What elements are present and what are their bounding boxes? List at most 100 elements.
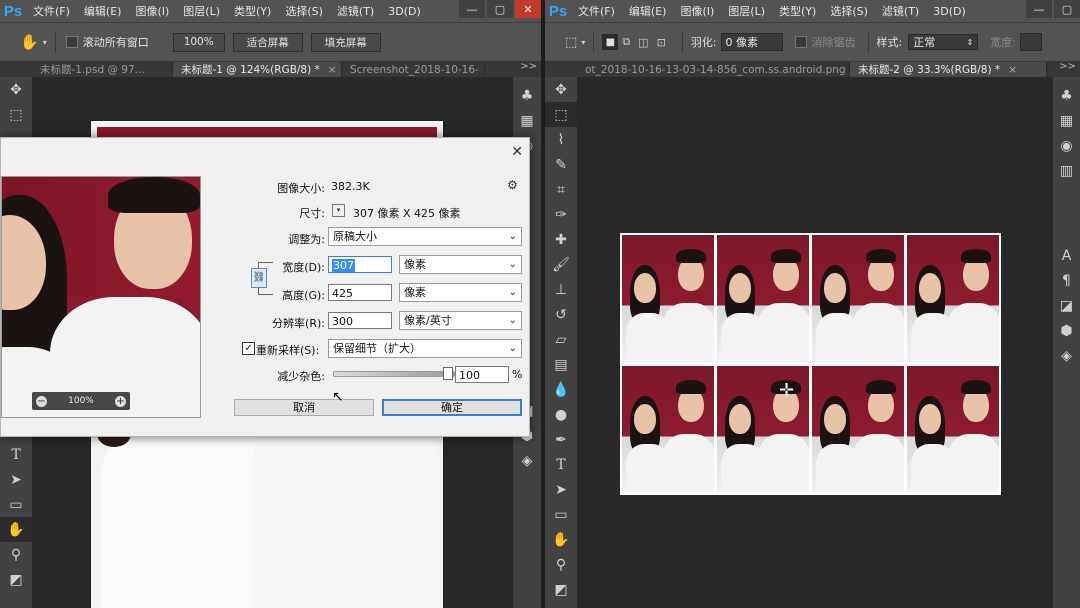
menu-image[interactable]: 图像(I) [135,3,169,19]
height-input[interactable]: 425 [328,284,392,301]
gradient-tool-icon[interactable]: ▤ [545,352,577,377]
menu-3d[interactable]: 3D(D) [933,5,966,18]
move-tool-icon[interactable]: ✥ [0,77,32,102]
height-unit-select[interactable]: 像素 ⌄ [399,283,522,302]
menu-select[interactable]: 选择(S) [285,3,323,19]
dock-panel-icon[interactable]: ⬢ [1053,318,1080,343]
close-tab-icon[interactable]: × [1008,64,1017,76]
feather-input[interactable]: 0 像素 [720,33,783,51]
zoom-100-button[interactable]: 100% [172,32,225,52]
dock-panel-icon[interactable]: ◪ [1053,293,1080,318]
tab-untitled-1-active[interactable]: 未标题-1 @ 124%(RGB/8) * × [173,62,342,77]
more-tabs-icon[interactable]: >> [1059,61,1076,72]
lasso-tool-icon[interactable]: ⌇ [545,127,577,152]
eyedropper-tool-icon[interactable]: ✑ [545,202,577,227]
dock-panel-icon[interactable]: ▦ [1053,108,1080,133]
more-tabs-icon[interactable]: >> [520,61,537,72]
quick-selection-tool-icon[interactable]: ✎ [545,152,577,177]
color-swatches-icon[interactable]: ◩ [545,577,577,602]
path-selection-tool-icon[interactable]: ➤ [0,467,32,492]
menu-layer[interactable]: 图层(L) [728,3,765,19]
dock-panel-icon[interactable]: ▥ [1053,158,1080,183]
fit-screen-button[interactable]: 适合屏幕 [232,32,303,52]
tool-preset-chevron-icon[interactable]: ▾ [581,38,585,47]
fit-to-select[interactable]: 原稿大小 ⌄ [328,227,522,246]
menu-image[interactable]: 图像(I) [680,3,714,19]
brush-tool-icon[interactable]: 🖌 [545,252,577,277]
zoom-out-icon[interactable]: − [36,395,47,407]
type-tool-icon[interactable]: T [545,452,577,477]
hand-tool-icon[interactable]: ✋ [0,517,32,542]
close-tab-icon[interactable]: × [328,64,337,76]
constrain-proportions-link-icon[interactable]: ⛓ [251,268,267,288]
resolution-unit-select[interactable]: 像素/英寸 ⌄ [399,311,522,330]
crop-tool-icon[interactable]: ⌗ [545,177,577,202]
tab-screenshot-png[interactable]: ot_2018-10-16-13-03-14-856_com.ss.androi… [577,62,850,77]
add-selection-icon[interactable]: ⧉ [622,35,630,49]
healing-brush-tool-icon[interactable]: ✚ [545,227,577,252]
menu-edit[interactable]: 编辑(E) [84,3,122,19]
dock-panel-icon[interactable]: ¶ [1053,268,1080,293]
resolution-input[interactable]: 300 [328,312,392,329]
tool-preset-chevron-icon[interactable]: ▾ [43,38,47,47]
dock-panel-icon[interactable]: A [1053,243,1080,268]
zoom-tool-icon[interactable]: ⚲ [545,552,577,577]
dialog-close-button[interactable]: ✕ [511,144,523,160]
menu-type[interactable]: 类型(Y) [779,3,816,19]
marquee-tool-icon[interactable]: ⬚ [565,35,577,50]
resample-checkbox[interactable]: ✓ [242,342,255,355]
type-tool-icon[interactable]: T [0,442,32,467]
menu-type[interactable]: 类型(Y) [234,3,271,19]
menu-edit[interactable]: 编辑(E) [629,3,667,19]
minimize-button[interactable]: — [459,0,485,18]
hand-tool-icon[interactable]: ✋ [545,527,577,552]
maximize-button[interactable]: ▢ [487,0,513,18]
scroll-all-windows-checkbox[interactable] [65,36,78,48]
path-selection-tool-icon[interactable]: ➤ [545,477,577,502]
dock-panel-icon[interactable]: ◉ [1053,133,1080,158]
dock-panel-icon[interactable]: ♣ [1053,83,1080,108]
style-select[interactable]: 正常 ⇕ [908,34,979,50]
dock-panel-icon[interactable]: ▦ [513,108,541,133]
marquee-tool-icon[interactable]: ⬚ [0,102,32,127]
blur-tool-icon[interactable]: 💧 [545,377,577,402]
intersect-selection-icon[interactable]: ⊡ [657,36,666,49]
color-swatches-icon[interactable]: ◩ [0,567,32,592]
close-window-button[interactable]: ✕ [515,0,541,18]
menu-select[interactable]: 选择(S) [830,3,868,19]
zoom-tool-icon[interactable]: ⚲ [0,542,32,567]
reduce-noise-slider-thumb[interactable] [443,367,453,380]
subtract-selection-icon[interactable]: ◫ [638,36,648,49]
reduce-noise-slider-track[interactable] [333,371,455,377]
menu-3d[interactable]: 3D(D) [388,5,421,18]
dialog-preview[interactable]: − 100% + [1,176,201,418]
dodge-tool-icon[interactable]: ● [545,402,577,427]
marquee-tool-icon[interactable]: ⬚ [545,102,577,127]
menu-filter[interactable]: 滤镜(T) [882,3,919,19]
tab-untitled-1-psd[interactable]: 未标题-1.psd @ 97... [32,62,173,77]
cancel-button[interactable]: 取消 [234,399,374,416]
minimize-button[interactable]: — [1026,0,1052,18]
menu-layer[interactable]: 图层(L) [183,3,220,19]
eraser-tool-icon[interactable]: ▱ [545,327,577,352]
clone-stamp-tool-icon[interactable]: ⊥ [545,277,577,302]
new-selection-icon[interactable]: ■ [602,34,619,50]
antialias-checkbox[interactable] [794,36,807,48]
reduce-noise-input[interactable]: 100 [455,366,509,383]
tab-screenshot[interactable]: Screenshot_2018-10-16- [342,62,485,77]
move-tool-icon[interactable]: ✥ [545,77,577,102]
history-brush-tool-icon[interactable]: ↺ [545,302,577,327]
ok-button[interactable]: 确定 [382,399,522,416]
fill-screen-button[interactable]: 填充屏幕 [310,32,381,52]
rectangle-tool-icon[interactable]: ▭ [0,492,32,517]
menu-file[interactable]: 文件(F) [33,3,70,19]
resample-select[interactable]: 保留细节（扩大） ⌄ [328,339,522,358]
photo-grid-canvas[interactable] [620,233,1001,495]
menu-filter[interactable]: 滤镜(T) [337,3,374,19]
rectangle-tool-icon[interactable]: ▭ [545,502,577,527]
tab-untitled-2-active[interactable]: 未标题-2 @ 33.3%(RGB/8) * × [850,62,1047,77]
settings-gear-icon[interactable]: ⚙ [507,178,518,192]
dimensions-dropdown-icon[interactable]: ▾ [332,204,345,217]
width-input[interactable]: 307 [328,256,392,273]
hand-tool-icon[interactable]: ✋ [20,33,39,51]
